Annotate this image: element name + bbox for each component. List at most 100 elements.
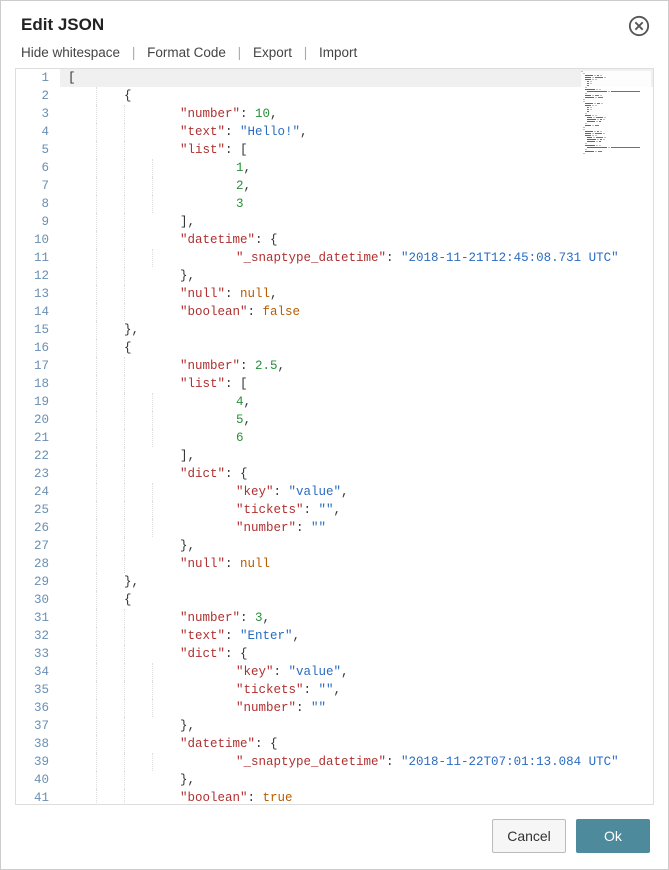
- code-line[interactable]: "null": null,: [60, 285, 653, 303]
- editor-container: 1234567891011121314151617181920212223242…: [15, 68, 654, 805]
- close-button[interactable]: [628, 15, 650, 37]
- code-line[interactable]: "key": "value",: [60, 663, 653, 681]
- line-number: 30: [16, 591, 49, 609]
- line-number: 6: [16, 159, 49, 177]
- line-number: 31: [16, 609, 49, 627]
- code-line[interactable]: },: [60, 573, 653, 591]
- line-number: 39: [16, 753, 49, 771]
- line-number: 41: [16, 789, 49, 804]
- line-number: 5: [16, 141, 49, 159]
- line-number: 34: [16, 663, 49, 681]
- line-number: 13: [16, 285, 49, 303]
- code-line[interactable]: },: [60, 267, 653, 285]
- code-line[interactable]: "_snaptype_datetime": "2018-11-21T12:45:…: [60, 249, 653, 267]
- line-number: 20: [16, 411, 49, 429]
- code-line[interactable]: {: [60, 339, 653, 357]
- line-number: 19: [16, 393, 49, 411]
- code-line[interactable]: "key": "value",: [60, 483, 653, 501]
- code-content[interactable]: [ { "number": 10, "text": "Hello!", "lis…: [60, 69, 653, 804]
- ok-button[interactable]: Ok: [576, 819, 650, 853]
- line-number: 21: [16, 429, 49, 447]
- line-number: 24: [16, 483, 49, 501]
- toolbar-separator: |: [238, 45, 242, 60]
- code-line[interactable]: "number": 10,: [60, 105, 653, 123]
- line-number: 40: [16, 771, 49, 789]
- line-number: 2: [16, 87, 49, 105]
- line-number: 3: [16, 105, 49, 123]
- code-line[interactable]: "dict": {: [60, 645, 653, 663]
- toolbar-hide-whitespace[interactable]: Hide whitespace: [21, 45, 120, 60]
- code-line[interactable]: "datetime": {: [60, 735, 653, 753]
- edit-json-modal: Edit JSON Hide whitespace | Format Code …: [0, 0, 669, 870]
- line-number: 11: [16, 249, 49, 267]
- line-number: 27: [16, 537, 49, 555]
- code-line[interactable]: 2,: [60, 177, 653, 195]
- code-line[interactable]: "tickets": "",: [60, 501, 653, 519]
- code-line[interactable]: "null": null: [60, 555, 653, 573]
- code-line[interactable]: ],: [60, 447, 653, 465]
- line-number: 15: [16, 321, 49, 339]
- line-number: 9: [16, 213, 49, 231]
- code-line[interactable]: },: [60, 717, 653, 735]
- code-line[interactable]: "text": "Hello!",: [60, 123, 653, 141]
- line-number: 32: [16, 627, 49, 645]
- toolbar-separator: |: [304, 45, 308, 60]
- line-number: 29: [16, 573, 49, 591]
- code-line[interactable]: "number": 3,: [60, 609, 653, 627]
- code-line[interactable]: {: [60, 591, 653, 609]
- close-icon: [628, 15, 650, 37]
- code-line[interactable]: },: [60, 321, 653, 339]
- code-line[interactable]: 6: [60, 429, 653, 447]
- code-editor[interactable]: 1234567891011121314151617181920212223242…: [16, 69, 653, 804]
- modal-title: Edit JSON: [21, 15, 648, 35]
- line-number: 33: [16, 645, 49, 663]
- line-number: 17: [16, 357, 49, 375]
- toolbar-import[interactable]: Import: [319, 45, 357, 60]
- code-line[interactable]: },: [60, 771, 653, 789]
- line-number: 7: [16, 177, 49, 195]
- line-number: 38: [16, 735, 49, 753]
- modal-footer: Cancel Ok: [1, 805, 668, 869]
- code-line[interactable]: 3: [60, 195, 653, 213]
- line-number: 23: [16, 465, 49, 483]
- code-line[interactable]: "number": 2.5,: [60, 357, 653, 375]
- code-line[interactable]: [: [60, 69, 653, 87]
- code-line[interactable]: "number": "": [60, 699, 653, 717]
- line-number: 12: [16, 267, 49, 285]
- code-line[interactable]: "tickets": "",: [60, 681, 653, 699]
- code-line[interactable]: "boolean": false: [60, 303, 653, 321]
- code-line[interactable]: 1,: [60, 159, 653, 177]
- code-line[interactable]: 4,: [60, 393, 653, 411]
- line-number: 36: [16, 699, 49, 717]
- toolbar-format-code[interactable]: Format Code: [147, 45, 226, 60]
- line-number: 35: [16, 681, 49, 699]
- code-line[interactable]: "datetime": {: [60, 231, 653, 249]
- line-number: 22: [16, 447, 49, 465]
- line-number: 37: [16, 717, 49, 735]
- modal-header: Edit JSON: [1, 1, 668, 43]
- line-number: 16: [16, 339, 49, 357]
- code-line[interactable]: "number": "": [60, 519, 653, 537]
- line-number: 18: [16, 375, 49, 393]
- code-line[interactable]: ],: [60, 213, 653, 231]
- toolbar-separator: |: [132, 45, 136, 60]
- code-line[interactable]: "text": "Enter",: [60, 627, 653, 645]
- code-line[interactable]: },: [60, 537, 653, 555]
- line-number: 28: [16, 555, 49, 573]
- code-line[interactable]: {: [60, 87, 653, 105]
- code-line[interactable]: "_snaptype_datetime": "2018-11-22T07:01:…: [60, 753, 653, 771]
- code-line[interactable]: "boolean": true: [60, 789, 653, 804]
- line-number: 26: [16, 519, 49, 537]
- line-number: 4: [16, 123, 49, 141]
- code-line[interactable]: 5,: [60, 411, 653, 429]
- toolbar: Hide whitespace | Format Code | Export |…: [1, 43, 668, 68]
- line-number: 25: [16, 501, 49, 519]
- line-number: 14: [16, 303, 49, 321]
- cancel-button[interactable]: Cancel: [492, 819, 566, 853]
- code-line[interactable]: "list": [: [60, 375, 653, 393]
- code-line[interactable]: "dict": {: [60, 465, 653, 483]
- line-number-gutter: 1234567891011121314151617181920212223242…: [16, 69, 60, 804]
- code-line[interactable]: "list": [: [60, 141, 653, 159]
- toolbar-export[interactable]: Export: [253, 45, 292, 60]
- line-number: 1: [16, 69, 49, 87]
